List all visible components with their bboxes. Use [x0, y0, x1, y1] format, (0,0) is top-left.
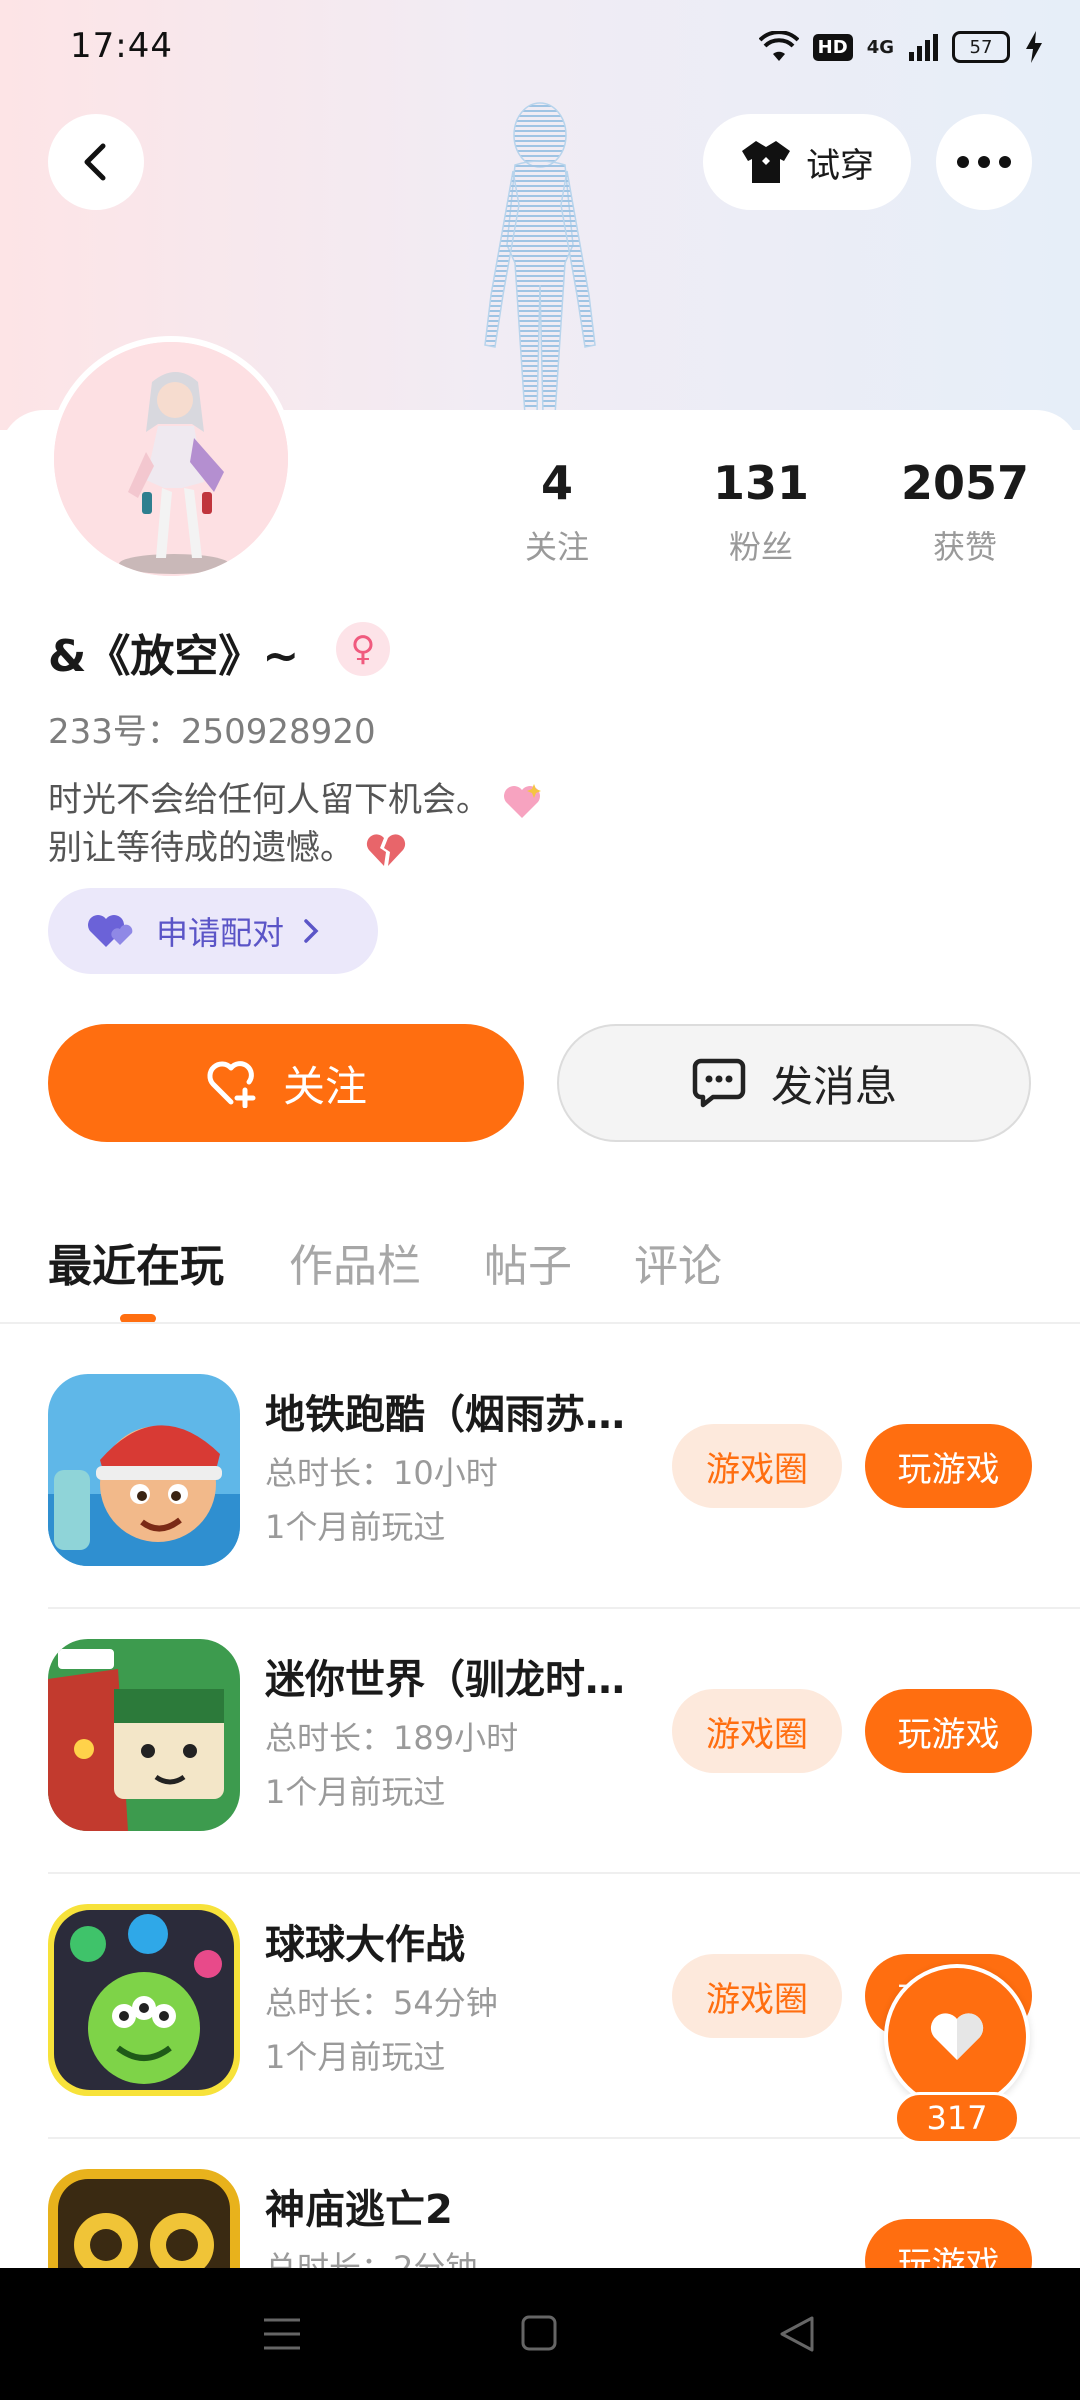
broken-heart-icon — [366, 833, 405, 866]
menu-nav-icon[interactable] — [262, 2316, 302, 2352]
hd-badge: HD — [812, 33, 853, 61]
more-options-button[interactable] — [936, 114, 1032, 210]
more-dots-icon — [957, 156, 1011, 168]
status-time: 17:44 — [70, 26, 173, 66]
game-name: 球球大作战 — [265, 1922, 465, 1968]
stat-fans[interactable]: 131 粉丝 — [661, 456, 861, 568]
stat-label: 粉丝 — [728, 528, 793, 566]
apply-pair-label: 申请配对 — [156, 914, 285, 952]
stat-value: 2057 — [900, 456, 1030, 510]
shirt-icon — [742, 141, 790, 183]
wifi-icon — [758, 31, 799, 61]
charging-icon — [1026, 31, 1042, 63]
send-message-button[interactable]: 发消息 — [557, 1024, 1031, 1142]
list-item[interactable]: 地铁跑酷（烟雨苏… 总时长：10小时 1个月前玩过 游戏圈 玩游戏 — [48, 1344, 1080, 1609]
game-circle-button[interactable]: 游戏圈 — [672, 1424, 842, 1508]
chevron-right-icon — [304, 919, 319, 943]
back-button[interactable] — [48, 114, 144, 210]
female-gender-icon: ♀ — [336, 622, 390, 676]
like-count-badge: 317 — [894, 2092, 1020, 2144]
game-icon-mini-world — [48, 1639, 240, 1831]
pair-hearts-icon — [88, 915, 133, 947]
game-icon-ball-battle — [48, 1904, 240, 2096]
tab-comments[interactable]: 评论 — [634, 1230, 722, 1294]
system-navigation-bar — [0, 2268, 1080, 2400]
game-name: 迷你世界（驯龙时… — [265, 1657, 625, 1703]
game-last-played: 1个月前玩过 — [265, 1508, 446, 1546]
stat-value: 131 — [712, 456, 810, 510]
follow-label: 关注 — [282, 1061, 367, 1111]
home-nav-icon[interactable] — [520, 2314, 558, 2352]
game-last-played: 1个月前玩过 — [265, 1773, 446, 1811]
user-id: 233号：250928920 — [48, 712, 376, 752]
game-last-played: 1个月前玩过 — [265, 2038, 446, 2076]
bio-line-2: 别让等待成的遗憾。 — [48, 820, 407, 870]
back-nav-icon[interactable] — [778, 2314, 816, 2354]
game-name: 地铁跑酷（烟雨苏… — [265, 1392, 625, 1438]
game-duration: 总时长：54分钟 — [265, 1984, 498, 2022]
bio-text: 时光不会给任何人留下机会。 — [48, 780, 490, 820]
stat-label: 关注 — [524, 528, 589, 566]
heart-icon — [930, 2013, 984, 2060]
game-circle-button[interactable]: 游戏圈 — [672, 1689, 842, 1773]
game-name: 神庙逃亡2 — [265, 2187, 453, 2233]
username: &《放空》~ — [48, 631, 300, 682]
stat-likes[interactable]: 2057 获赞 — [865, 456, 1065, 568]
stat-value: 4 — [540, 456, 573, 510]
follow-button[interactable]: 关注 — [48, 1024, 524, 1142]
chat-bubble-icon — [692, 1058, 746, 1108]
list-item[interactable]: 迷你世界（驯龙时… 总时长：189小时 1个月前玩过 游戏圈 玩游戏 — [48, 1609, 1080, 1874]
avatar[interactable] — [48, 336, 294, 582]
battery-indicator: 57 — [952, 31, 1010, 63]
play-game-button[interactable]: 玩游戏 — [865, 1689, 1032, 1773]
game-circle-button[interactable]: 游戏圈 — [672, 1954, 842, 2038]
heart-plus-icon — [207, 1061, 256, 1108]
stat-following[interactable]: 4 关注 — [457, 456, 657, 568]
try-on-label: 试穿 — [806, 145, 874, 186]
tab-posts[interactable]: 帖子 — [484, 1230, 572, 1294]
hologram-figure-image — [484, 102, 596, 415]
play-game-button[interactable]: 玩游戏 — [865, 1424, 1032, 1508]
avatar-character-image — [54, 342, 288, 576]
signal-icon — [909, 34, 938, 61]
apply-pair-button[interactable]: 申请配对 — [48, 888, 378, 974]
bio-line-1: 时光不会给任何人留下机会。 — [48, 772, 543, 822]
status-icons: HD 4G 57 — [758, 22, 1044, 72]
sparkling-heart-icon — [503, 783, 541, 818]
try-on-button[interactable]: 试穿 — [703, 114, 911, 210]
game-icon-subway-surfers — [48, 1374, 240, 1566]
stat-label: 获赞 — [932, 528, 997, 566]
game-duration: 总时长：189小时 — [265, 1719, 519, 1757]
tab-works[interactable]: 作品栏 — [289, 1230, 421, 1294]
bio-text: 别让等待成的遗憾。 — [48, 828, 354, 868]
send-message-label: 发消息 — [770, 1061, 897, 1111]
back-arrow-icon — [84, 143, 106, 181]
game-duration: 总时长：10小时 — [265, 1454, 498, 1492]
tab-divider — [0, 1322, 1080, 1324]
like-floating-button[interactable] — [884, 1964, 1030, 2110]
network-label: 4G — [866, 36, 894, 58]
tab-recently-played[interactable]: 最近在玩 — [48, 1230, 224, 1294]
